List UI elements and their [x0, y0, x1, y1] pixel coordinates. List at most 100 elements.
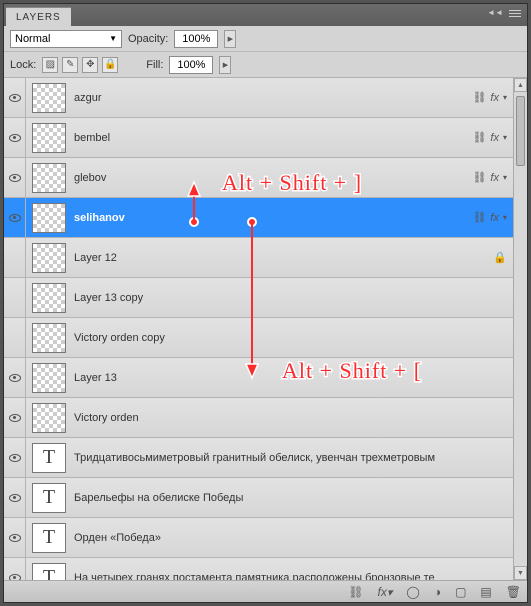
fill-label: Fill: — [146, 59, 163, 71]
scroll-thumb[interactable] — [516, 96, 525, 166]
layers-area: azgur⛓fx▾bembel⛓fx▾glebov⛓fx▾selihanov⛓f… — [4, 78, 527, 580]
blend-mode-select[interactable]: Normal ▼ — [10, 30, 122, 48]
eye-off-icon — [9, 254, 21, 262]
layer-row[interactable]: T Тридцативосьмиметровый гранитный обелис… — [4, 438, 513, 478]
layer-row[interactable]: Layer 13 copy — [4, 278, 513, 318]
layer-name[interactable]: azgur — [70, 92, 472, 104]
lock-row: Lock: ▨ ✎ ✥ 🔒 Fill: 100% ▶ — [4, 52, 527, 78]
delete-layer-icon[interactable]: 🗑 — [506, 585, 521, 599]
new-group-icon[interactable]: ▢ — [455, 585, 466, 599]
eye-icon — [9, 494, 21, 502]
fx-icon[interactable]: fx — [490, 92, 499, 104]
layer-thumbnail[interactable] — [32, 83, 66, 113]
layer-row[interactable]: azgur⛓ fx ▾ — [4, 78, 513, 118]
layer-list[interactable]: azgur⛓fx▾bembel⛓fx▾glebov⛓fx▾selihanov⛓f… — [4, 78, 513, 580]
layer-name[interactable]: bembel — [70, 132, 472, 144]
eye-icon — [9, 174, 21, 182]
blend-mode-value: Normal — [15, 33, 50, 45]
lock-pixels-icon[interactable]: ✎ — [62, 57, 78, 73]
visibility-toggle[interactable] — [4, 438, 26, 477]
eye-off-icon — [9, 334, 21, 342]
layer-name[interactable]: Victory orden copy — [70, 332, 507, 344]
layers-tab[interactable]: LAYERS — [6, 7, 71, 26]
lock-position-icon[interactable]: ✥ — [82, 57, 98, 73]
layer-thumbnail[interactable] — [32, 283, 66, 313]
layer-name[interactable]: Victory orden — [70, 412, 507, 424]
fx-expand-icon[interactable]: ▾ — [503, 213, 507, 222]
visibility-toggle[interactable] — [4, 558, 26, 580]
visibility-toggle[interactable] — [4, 358, 26, 397]
scroll-up-icon[interactable]: ▲ — [514, 78, 527, 92]
layer-name[interactable]: На четырех гранях постамента памятника р… — [70, 572, 507, 581]
layer-row[interactable]: T Барельефы на обелиске Победы — [4, 478, 513, 518]
layer-name[interactable]: Layer 13 copy — [70, 292, 507, 304]
layer-thumbnail[interactable] — [32, 123, 66, 153]
fx-icon[interactable]: fx — [490, 132, 499, 144]
fx-expand-icon[interactable]: ▾ — [503, 93, 507, 102]
layer-row[interactable]: glebov⛓fx▾ — [4, 158, 513, 198]
fx-icon[interactable]: fx — [490, 212, 499, 224]
layer-row[interactable]: T На четырех гранях постамента памятника … — [4, 558, 513, 580]
lock-transparent-icon[interactable]: ▨ — [42, 57, 58, 73]
layer-name[interactable]: Орден «Победа» — [70, 532, 507, 544]
layer-name[interactable]: Layer 13 — [70, 372, 507, 384]
lock-all-icon[interactable]: 🔒 — [102, 57, 118, 73]
eye-off-icon — [9, 294, 21, 302]
layer-thumbnail[interactable] — [32, 403, 66, 433]
fill-flyout-icon[interactable]: ▶ — [219, 56, 231, 74]
panel-menu-icon[interactable] — [507, 6, 523, 20]
layer-mask-icon[interactable]: ◯ — [406, 585, 419, 599]
link-icon: ⛓ — [472, 91, 486, 104]
layer-row[interactable]: Victory orden copy — [4, 318, 513, 358]
visibility-toggle[interactable] — [4, 278, 26, 317]
layer-thumbnail[interactable]: T — [32, 523, 66, 553]
visibility-toggle[interactable] — [4, 78, 26, 117]
layer-thumbnail[interactable] — [32, 163, 66, 193]
layer-name[interactable]: Барельефы на обелиске Победы — [70, 492, 507, 504]
layer-thumbnail[interactable]: T — [32, 443, 66, 473]
blend-row: Normal ▼ Opacity: 100% ▶ — [4, 26, 527, 52]
fx-expand-icon[interactable]: ▾ — [503, 173, 507, 182]
layer-thumbnail[interactable] — [32, 363, 66, 393]
visibility-toggle[interactable] — [4, 398, 26, 437]
layer-name[interactable]: Тридцативосьмиметровый гранитный обелиск… — [70, 452, 507, 464]
fx-icon[interactable]: fx — [490, 172, 499, 184]
layer-row[interactable]: Layer 13 — [4, 358, 513, 398]
layer-style-icon[interactable]: fx▾ — [378, 585, 393, 599]
link-icon: ⛓ — [472, 211, 486, 224]
visibility-toggle[interactable] — [4, 318, 26, 357]
collapse-icon[interactable]: ◄◄ — [487, 8, 503, 17]
layer-thumbnail[interactable]: T — [32, 563, 66, 581]
scrollbar[interactable]: ▲ ▼ — [513, 78, 527, 580]
layer-thumbnail[interactable] — [32, 323, 66, 353]
eye-icon — [9, 454, 21, 462]
layer-thumbnail[interactable] — [32, 243, 66, 273]
lock-label: Lock: — [10, 59, 36, 71]
opacity-input[interactable]: 100% — [174, 30, 218, 48]
layer-row[interactable]: T Орден «Победа» — [4, 518, 513, 558]
visibility-toggle[interactable] — [4, 198, 26, 237]
visibility-toggle[interactable] — [4, 118, 26, 157]
layer-name[interactable]: selihanov — [70, 212, 472, 224]
visibility-toggle[interactable] — [4, 238, 26, 277]
new-layer-icon[interactable]: ▤ — [480, 585, 491, 599]
visibility-toggle[interactable] — [4, 518, 26, 557]
link-icon: ⛓ — [472, 131, 486, 144]
scroll-down-icon[interactable]: ▼ — [514, 566, 527, 580]
layer-row[interactable]: selihanov⛓ fx ▾ — [4, 198, 513, 238]
opacity-flyout-icon[interactable]: ▶ — [224, 30, 236, 48]
layer-row[interactable]: Layer 12🔒 — [4, 238, 513, 278]
fill-input[interactable]: 100% — [169, 56, 213, 74]
layer-thumbnail[interactable] — [32, 203, 66, 233]
layer-name[interactable]: Layer 12 — [70, 252, 493, 264]
visibility-toggle[interactable] — [4, 478, 26, 517]
fx-expand-icon[interactable]: ▾ — [503, 133, 507, 142]
layer-badges: ⛓fx▾ — [472, 171, 513, 184]
layer-thumbnail[interactable]: T — [32, 483, 66, 513]
visibility-toggle[interactable] — [4, 158, 26, 197]
layer-name[interactable]: glebov — [70, 172, 472, 184]
layer-row[interactable]: Victory orden — [4, 398, 513, 438]
layer-row[interactable]: bembel⛓ fx ▾ — [4, 118, 513, 158]
link-layers-icon[interactable]: ⛓ — [348, 585, 363, 599]
adjustment-layer-icon[interactable]: ◑ — [434, 585, 441, 599]
